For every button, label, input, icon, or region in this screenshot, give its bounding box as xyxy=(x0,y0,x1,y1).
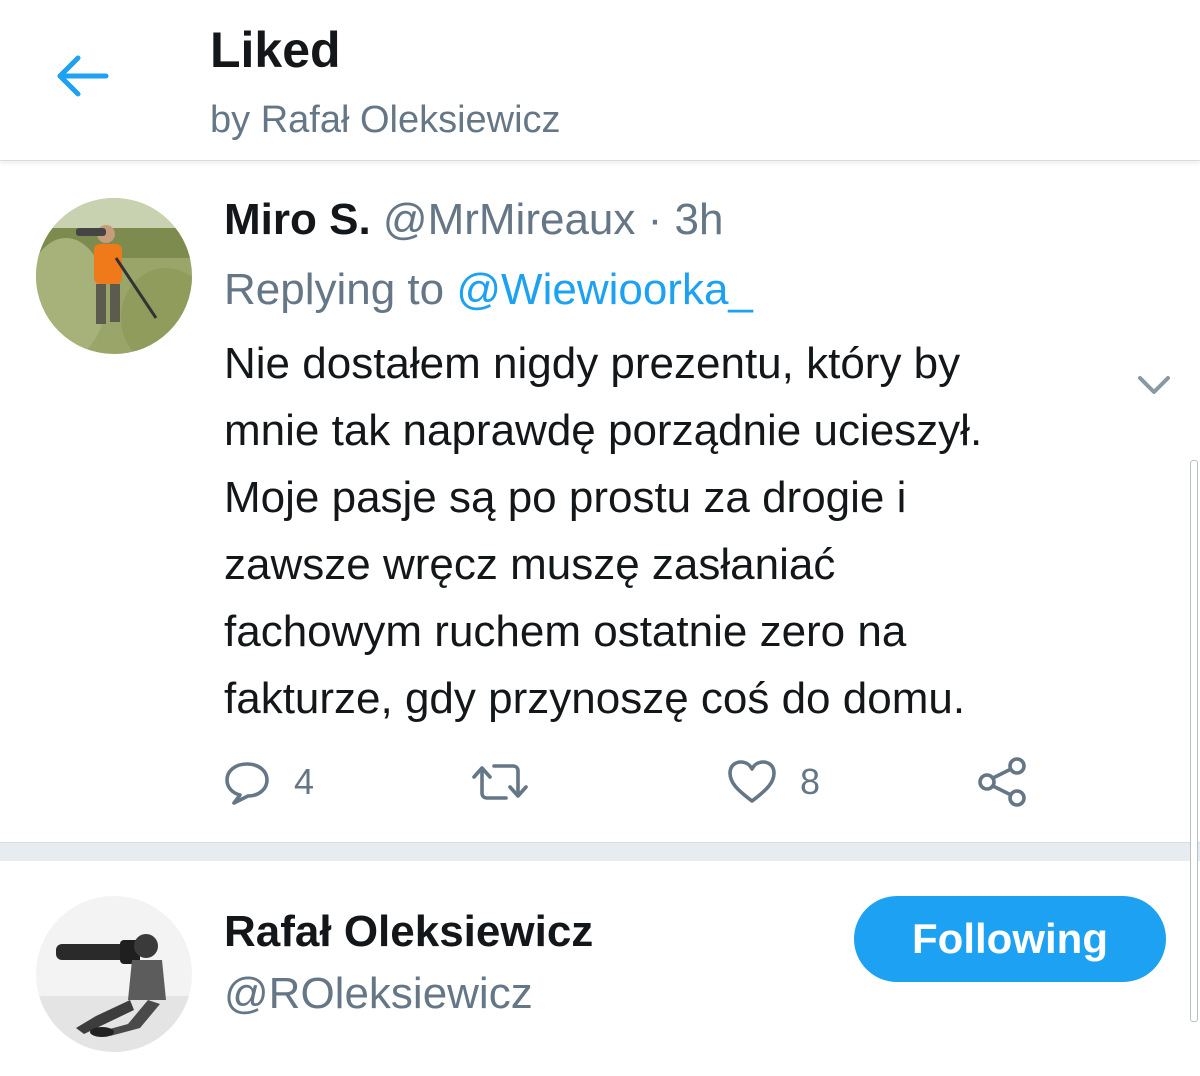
replying-to-handle[interactable]: @Wiewioorka_ xyxy=(456,265,753,314)
tweet-text: Nie dostałem nigdy prezentu, który by mn… xyxy=(224,339,983,723)
user-row[interactable]: Rafał Oleksiewicz @ROleksiewicz Followin… xyxy=(0,860,1200,1076)
like-count: 8 xyxy=(800,761,821,802)
section-divider xyxy=(0,842,1200,861)
meta-separator: · xyxy=(647,195,663,244)
retweet-icon xyxy=(472,764,528,800)
tweet-header: Miro S. @MrMireaux · 3h xyxy=(224,192,723,248)
author-name[interactable]: Miro S. xyxy=(224,195,371,244)
replying-to: Replying to @Wiewioorka_ xyxy=(224,262,753,318)
header-bar: Liked by Rafał Oleksiewicz xyxy=(0,0,1200,161)
retweet-button[interactable] xyxy=(470,752,552,812)
reply-button[interactable]: 4 xyxy=(222,752,314,812)
page-subtitle: by Rafał Oleksiewicz xyxy=(210,99,561,141)
share-button[interactable] xyxy=(976,752,1028,812)
back-button[interactable] xyxy=(50,48,114,104)
tweet-timestamp[interactable]: 3h xyxy=(675,195,724,244)
share-icon xyxy=(978,757,1026,807)
user-avatar[interactable] xyxy=(36,896,192,1052)
author-avatar[interactable] xyxy=(36,198,192,354)
author-handle[interactable]: @MrMireaux xyxy=(383,195,635,244)
user-handle[interactable]: @ROleksiewicz xyxy=(224,966,533,1022)
arrow-left-icon xyxy=(57,55,109,97)
following-button[interactable]: Following xyxy=(854,896,1166,982)
reply-count: 4 xyxy=(294,761,315,802)
page-title: Liked xyxy=(210,22,341,78)
scrollbar[interactable] xyxy=(1190,460,1198,1022)
tweet[interactable]: Miro S. @MrMireaux · 3h Replying to @Wie… xyxy=(0,162,1200,842)
like-button[interactable]: 8 xyxy=(726,752,820,812)
user-avatar-image xyxy=(36,896,192,1052)
heart-icon xyxy=(728,760,776,803)
user-name[interactable]: Rafał Oleksiewicz xyxy=(224,904,593,960)
reply-icon xyxy=(225,762,269,805)
author-avatar-image xyxy=(36,198,192,354)
tweet-actions: 4 8 xyxy=(0,752,1200,812)
replying-to-label: Replying to xyxy=(224,265,445,314)
